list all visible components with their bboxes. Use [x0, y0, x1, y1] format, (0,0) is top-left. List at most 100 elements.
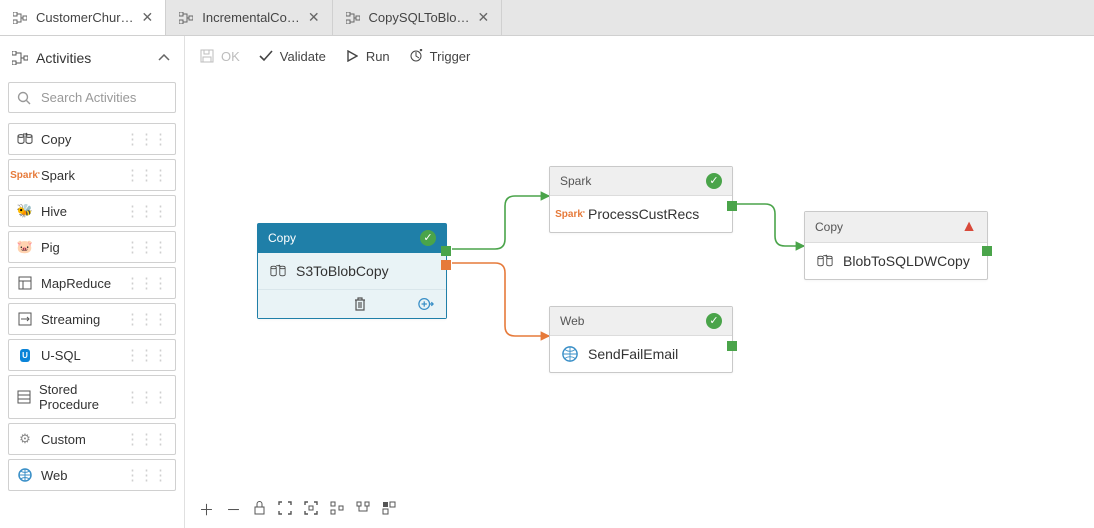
- status-warn-icon: ▲: [961, 218, 977, 236]
- sidebar-item-label: U-SQL: [41, 348, 81, 363]
- sidebar-item-usql[interactable]: U U-SQL ⋮⋮⋮: [8, 339, 176, 371]
- tab-label: CopySQLToBlo…: [369, 10, 470, 25]
- node-title: ProcessCustRecs: [588, 206, 699, 222]
- trigger-label: Trigger: [430, 49, 471, 64]
- align-icon[interactable]: [356, 501, 370, 519]
- lock-icon[interactable]: [253, 500, 266, 519]
- sidebar-item-label: Web: [41, 468, 68, 483]
- run-button[interactable]: Run: [344, 48, 390, 64]
- run-label: Run: [366, 49, 390, 64]
- spark-icon: Spark*: [562, 206, 578, 222]
- tab-label: CustomerChur…: [36, 10, 134, 25]
- check-icon: [258, 48, 274, 64]
- sidebar-item-label: Hive: [41, 204, 67, 219]
- validate-label: Validate: [280, 49, 326, 64]
- status-ok-icon: ✓: [706, 313, 722, 329]
- play-icon: [344, 48, 360, 64]
- node-type-label: Copy: [815, 220, 843, 234]
- zoom-100-icon[interactable]: [304, 501, 318, 519]
- status-ok-icon: ✓: [420, 230, 436, 246]
- sidebar-item-label: Spark: [41, 168, 75, 183]
- sidebar: Activities Copy ⋮⋮⋮ Spark* Spark ⋮⋮⋮ 🐝 Hiv…: [0, 36, 185, 528]
- tab-customerchurn[interactable]: CustomerChur… ✕: [0, 0, 166, 35]
- node-blobtosqldwcopy[interactable]: Copy ▲ BlobToSQLDWCopy: [804, 211, 988, 280]
- sidebar-title: Activities: [36, 50, 91, 66]
- copy-icon: [817, 253, 833, 269]
- node-type-label: Spark: [560, 174, 591, 188]
- search-input[interactable]: [8, 82, 176, 113]
- sidebar-item-pig[interactable]: 🐷 Pig ⋮⋮⋮: [8, 231, 176, 263]
- drag-grip-icon: ⋮⋮⋮: [125, 274, 167, 292]
- spark-icon: Spark*: [17, 167, 33, 183]
- drag-grip-icon: ⋮⋮⋮: [125, 466, 167, 484]
- gear-icon: ⚙: [17, 431, 33, 447]
- auto-layout-icon[interactable]: [330, 501, 344, 519]
- drag-grip-icon: ⋮⋮⋮: [125, 202, 167, 220]
- sidebar-item-label: Streaming: [41, 312, 100, 327]
- drag-grip-icon: ⋮⋮⋮: [125, 346, 167, 364]
- activities-icon: [12, 50, 28, 66]
- save-icon: [199, 48, 215, 64]
- sidebar-item-storedprocedure[interactable]: Stored Procedure ⋮⋮⋮: [8, 375, 176, 419]
- sidebar-item-mapreduce[interactable]: MapReduce ⋮⋮⋮: [8, 267, 176, 299]
- pig-icon: 🐷: [17, 239, 33, 255]
- drag-grip-icon: ⋮⋮⋮: [125, 388, 167, 406]
- drag-grip-icon: ⋮⋮⋮: [125, 430, 167, 448]
- canvas-bottom-toolbar: ＋ －: [199, 499, 396, 520]
- chevron-up-icon[interactable]: [156, 50, 172, 66]
- close-icon[interactable]: ✕: [477, 9, 489, 26]
- pipeline-canvas[interactable]: Copy✓ S3ToBlobCopy Spark✓ Spark* Process…: [185, 76, 1094, 528]
- tab-bar: CustomerChur… ✕ IncrementalCo… ✕ CopySQL…: [0, 0, 1094, 36]
- tab-incrementalcopy[interactable]: IncrementalCo… ✕: [166, 0, 332, 35]
- drag-grip-icon: ⋮⋮⋮: [125, 238, 167, 256]
- sidebar-item-spark[interactable]: Spark* Spark ⋮⋮⋮: [8, 159, 176, 191]
- ok-button[interactable]: OK: [199, 48, 240, 64]
- copy-icon: [17, 131, 33, 147]
- canvas-toolbar: OK Validate Run Trigger: [185, 36, 1094, 76]
- pipeline-icon: [345, 10, 361, 26]
- validate-button[interactable]: Validate: [258, 48, 326, 64]
- sidebar-item-label: MapReduce: [41, 276, 111, 291]
- node-type-label: Copy: [268, 231, 296, 245]
- trigger-button[interactable]: Trigger: [408, 48, 471, 64]
- close-icon[interactable]: ✕: [308, 9, 320, 26]
- zoom-out-icon[interactable]: －: [226, 499, 241, 520]
- node-s3toblobcopy[interactable]: Copy✓ S3ToBlobCopy: [257, 223, 447, 319]
- sidebar-item-label: Custom: [41, 432, 86, 447]
- storedprocedure-icon: [17, 389, 31, 405]
- sidebar-item-copy[interactable]: Copy ⋮⋮⋮: [8, 123, 176, 155]
- streaming-icon: [17, 311, 33, 327]
- sidebar-item-hive[interactable]: 🐝 Hive ⋮⋮⋮: [8, 195, 176, 227]
- drag-grip-icon: ⋮⋮⋮: [125, 166, 167, 184]
- sidebar-item-label: Copy: [41, 132, 71, 147]
- zoom-in-icon[interactable]: ＋: [199, 499, 214, 520]
- sidebar-item-custom[interactable]: ⚙ Custom ⋮⋮⋮: [8, 423, 176, 455]
- drag-grip-icon: ⋮⋮⋮: [125, 130, 167, 148]
- node-title: SendFailEmail: [588, 346, 678, 362]
- search-icon: [17, 90, 31, 106]
- theme-icon[interactable]: [382, 501, 396, 519]
- drag-grip-icon: ⋮⋮⋮: [125, 310, 167, 328]
- tab-label: IncrementalCo…: [202, 10, 300, 25]
- node-title: BlobToSQLDWCopy: [843, 253, 970, 269]
- usql-icon: U: [17, 347, 33, 363]
- node-type-label: Web: [560, 314, 584, 328]
- trigger-icon: [408, 48, 424, 64]
- status-ok-icon: ✓: [706, 173, 722, 189]
- delete-icon[interactable]: [352, 296, 368, 312]
- sidebar-item-label: Stored Procedure: [39, 382, 125, 412]
- pipeline-icon: [12, 10, 28, 26]
- add-output-icon[interactable]: [418, 296, 434, 312]
- sidebar-item-web[interactable]: Web ⋮⋮⋮: [8, 459, 176, 491]
- hive-icon: 🐝: [17, 203, 33, 219]
- ok-label: OK: [221, 49, 240, 64]
- web-icon: [562, 346, 578, 362]
- sidebar-item-label: Pig: [41, 240, 60, 255]
- close-icon[interactable]: ✕: [142, 9, 154, 26]
- sidebar-item-streaming[interactable]: Streaming ⋮⋮⋮: [8, 303, 176, 335]
- node-sendfailemail[interactable]: Web ✓ SendFailEmail: [549, 306, 733, 373]
- copy-icon: [270, 263, 286, 279]
- node-processcustrecs[interactable]: Spark ✓ Spark* ProcessCustRecs: [549, 166, 733, 233]
- fit-to-screen-icon[interactable]: [278, 501, 292, 519]
- tab-copysqltoblob[interactable]: CopySQLToBlo… ✕: [333, 0, 503, 35]
